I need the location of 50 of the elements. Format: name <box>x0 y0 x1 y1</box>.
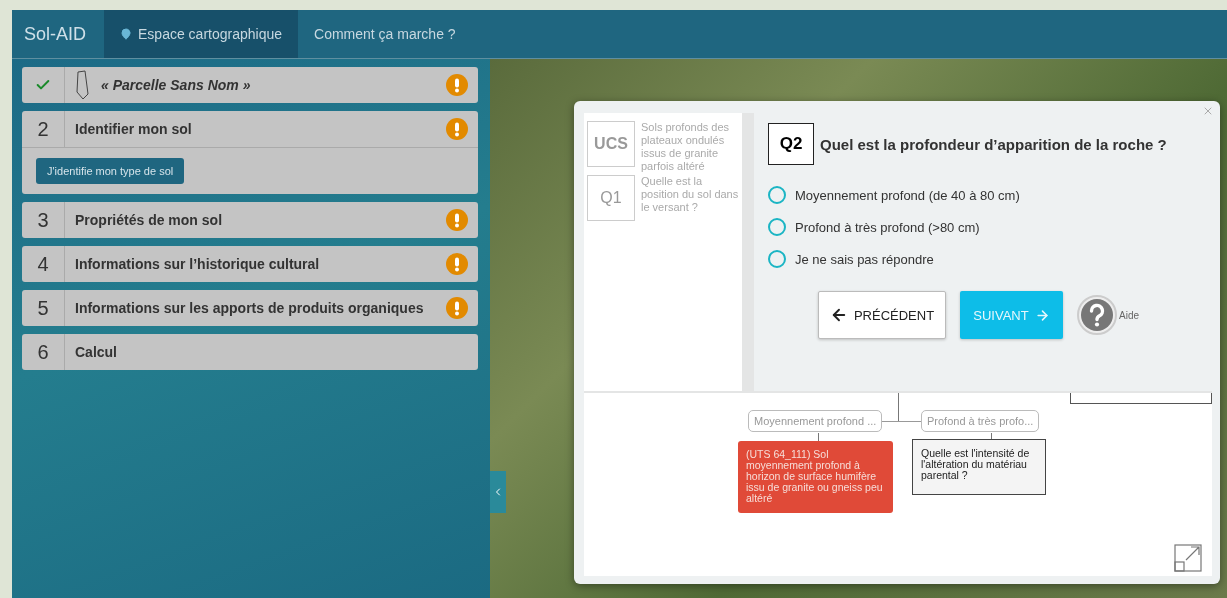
step-title: Identifier mon sol <box>74 121 193 137</box>
step-number: 4 <box>22 246 65 282</box>
step-title: « Parcelle Sans Nom » <box>100 77 252 93</box>
step-title: Informations sur les apports de produits organiques <box>74 300 425 316</box>
step-title: Propriétés de mon sol <box>74 212 224 228</box>
question-node[interactable]: Quelle est l'intensité de l'altération du matériau parental ? <box>912 439 1046 495</box>
branch-label: Moyennement profond ... <box>748 410 883 432</box>
aerial-map-placeholder[interactable] <box>490 59 1227 598</box>
step-panel[interactable]: « Parcelle Sans Nom » <box>22 67 478 103</box>
nav-link[interactable]: Espace cartographique <box>104 10 298 58</box>
step-number: 3 <box>22 202 65 238</box>
radio-button[interactable] <box>768 218 786 236</box>
help-link[interactable]: Aide <box>1077 295 1139 335</box>
step-panel[interactable]: 3 Propriétés de mon sol <box>22 202 478 238</box>
warning-icon <box>446 74 468 96</box>
expand-icon <box>1174 544 1202 572</box>
radio-button[interactable] <box>768 250 786 268</box>
close-icon <box>1202 105 1214 117</box>
warning-icon <box>446 118 468 140</box>
history-text: Quelle est la position du sol dans le versant ? <box>641 175 740 215</box>
warning-icon <box>446 209 468 231</box>
step-number: 6 <box>22 334 65 370</box>
close-button[interactable] <box>1202 105 1214 117</box>
parcel-shape-icon <box>75 70 91 100</box>
step-number: 5 <box>22 290 65 326</box>
nav-link[interactable]: Comment ça marche ? <box>298 10 472 58</box>
answer-option[interactable]: Profond à très profond (>80 cm) <box>768 211 1212 243</box>
app-brand[interactable]: Sol-AID <box>12 10 104 58</box>
step-title: Calcul <box>74 344 118 360</box>
answer-option[interactable]: Je ne sais pas répondre <box>768 243 1212 275</box>
step-number: 2 <box>22 111 65 147</box>
warning-icon <box>446 297 468 319</box>
step-panel[interactable]: 4 Informations sur l’historique cultural <box>22 246 478 282</box>
radio-button[interactable] <box>768 186 786 204</box>
branch-label: Profond à très profo... <box>921 410 1040 432</box>
map-pin-icon <box>120 28 132 40</box>
help-icon <box>1077 295 1117 335</box>
collapse-sidebar-button[interactable] <box>490 471 506 513</box>
question-code: Q2 <box>768 123 814 165</box>
previous-button[interactable]: PRÉCÉDENT <box>818 291 946 339</box>
question-text: Quel est la profondeur d’apparition de la roche ? <box>820 135 1167 153</box>
history-text: Sols profonds des plateaux ondulés issus de granite parfois altéré <box>641 121 731 173</box>
warning-icon <box>446 253 468 275</box>
step-title: Informations sur l’historique cultural <box>74 256 321 272</box>
step-panel[interactable]: 2 Identifier mon sol J'identifie mon type de sol <box>22 111 478 194</box>
identify-soil-button[interactable]: J'identifie mon type de sol <box>36 158 185 184</box>
step-panel[interactable]: 6 Calcul <box>22 334 478 370</box>
step-panel[interactable]: 5 Informations sur les apports de produits organiques <box>22 290 478 326</box>
answer-option[interactable]: Moyennement profond (de 40 à 80 cm) <box>768 179 1212 211</box>
arrow-right-icon <box>1034 307 1050 323</box>
